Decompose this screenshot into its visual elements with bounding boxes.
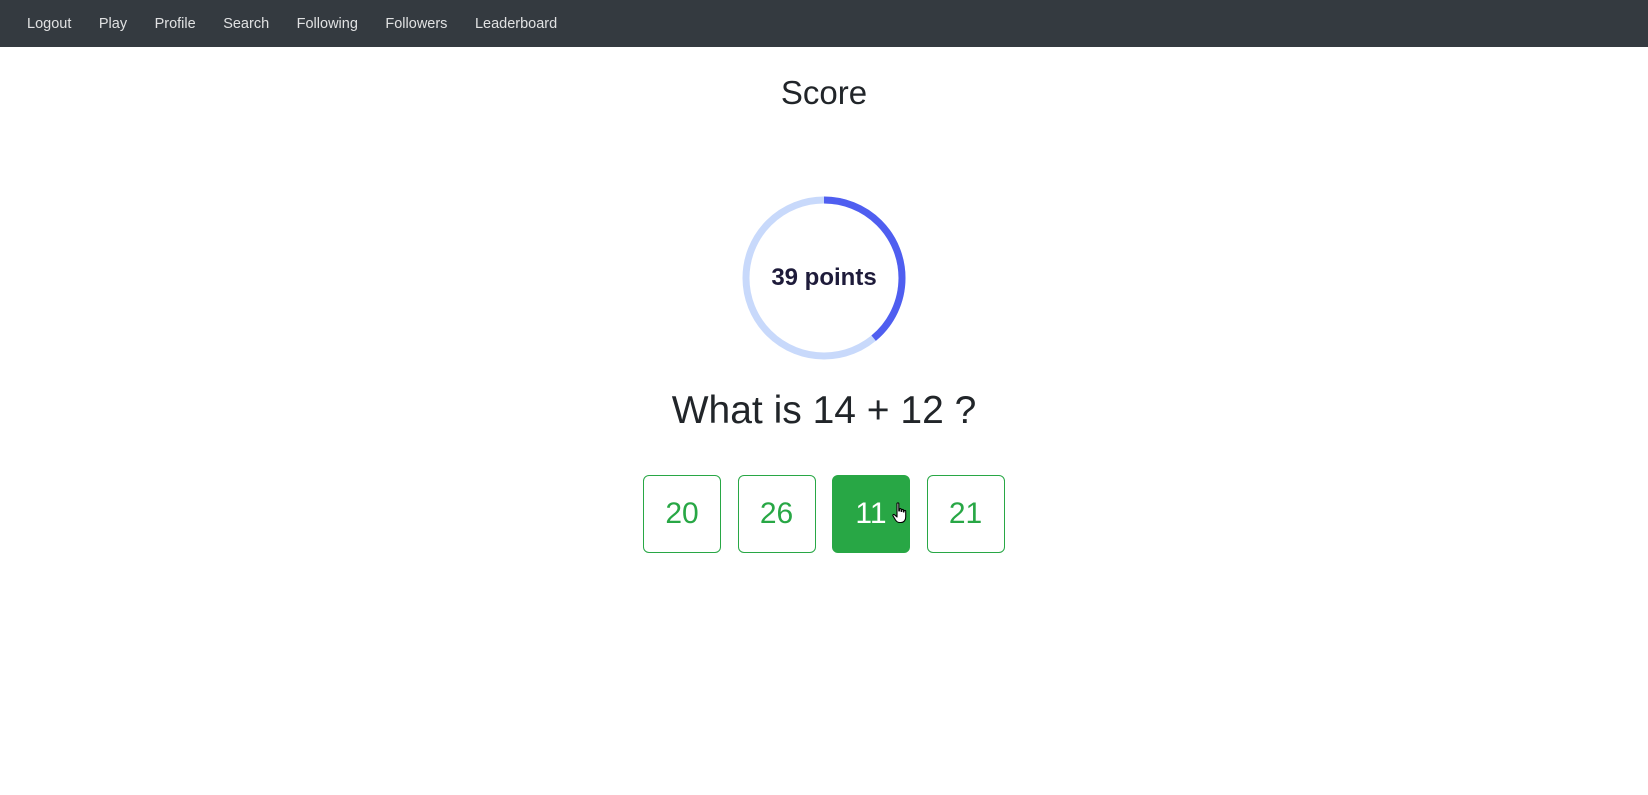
nav-link-leaderboard[interactable]: Leaderboard: [475, 16, 557, 32]
nav-link-following[interactable]: Following: [297, 16, 358, 32]
top-navbar: Logout Play Profile Search Following Fol…: [0, 0, 1648, 47]
nav-link-followers[interactable]: Followers: [385, 16, 447, 32]
nav-link-search[interactable]: Search: [223, 16, 269, 32]
answer-button-1[interactable]: 20: [643, 475, 721, 553]
answer-button-2[interactable]: 26: [737, 475, 816, 553]
score-progress-ring: 39 points: [740, 194, 908, 362]
nav-link-profile[interactable]: Profile: [155, 16, 196, 32]
question-text: What is 14 + 12 ?: [671, 389, 977, 432]
page-title: Score: [780, 74, 868, 111]
hand-pointer-cursor-icon: [892, 502, 907, 524]
nav-link-play[interactable]: Play: [99, 16, 127, 32]
score-label: 39 points: [771, 264, 877, 291]
answer-options: 20 26 11 21: [643, 475, 1021, 553]
nav-link-logout[interactable]: Logout: [27, 16, 71, 32]
answer-button-4[interactable]: 21: [926, 475, 1005, 553]
